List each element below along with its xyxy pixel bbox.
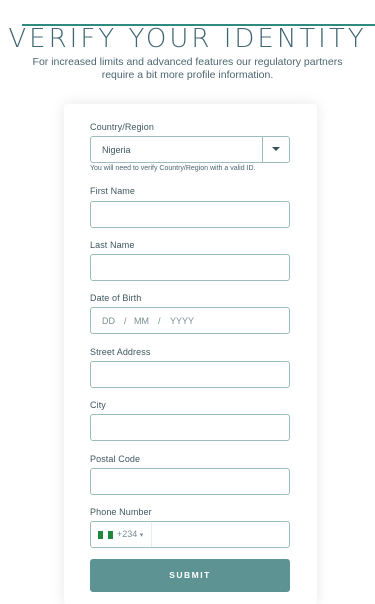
city-label: City	[90, 400, 106, 410]
nigeria-flag-icon[interactable]	[98, 531, 113, 539]
last-name-input[interactable]	[90, 254, 290, 281]
country-dropdown-button[interactable]	[262, 137, 289, 162]
dob-separator: /	[158, 316, 161, 326]
submit-button[interactable]: SUBMIT	[90, 559, 290, 592]
phone-divider	[151, 522, 152, 547]
country-label: Country/Region	[90, 122, 154, 132]
dob-separator: /	[124, 316, 127, 326]
country-select[interactable]: Nigeria	[90, 136, 290, 163]
first-name-input[interactable]	[90, 201, 290, 228]
dob-month-placeholder[interactable]: MM	[134, 316, 149, 326]
page-title: VERIFY YOUR IDENTITY	[8, 24, 367, 54]
street-address-input[interactable]	[90, 361, 290, 388]
dial-code-value: +234	[117, 529, 138, 539]
caret-down-icon: ▾	[139, 532, 144, 539]
dob-year-placeholder[interactable]: YYYY	[170, 316, 194, 326]
postal-code-input[interactable]	[90, 468, 290, 495]
phone-label: Phone Number	[90, 507, 152, 517]
dial-code[interactable]: +234 ▾	[117, 529, 143, 539]
first-name-label: First Name	[90, 186, 136, 196]
street-label: Street Address	[90, 347, 151, 357]
dob-input[interactable]: DD / MM / YYYY	[90, 307, 290, 334]
last-name-label: Last Name	[90, 240, 135, 250]
postal-label: Postal Code	[90, 454, 141, 464]
dob-label: Date of Birth	[90, 293, 142, 303]
country-hint: You will need to verify Country/Region w…	[90, 165, 256, 172]
city-input[interactable]	[90, 414, 290, 441]
phone-input[interactable]: +234 ▾	[90, 521, 290, 548]
country-select-value: Nigeria	[102, 145, 131, 155]
page-subtitle: For increased limits and advanced featur…	[32, 56, 343, 81]
dob-day-placeholder[interactable]: DD	[102, 316, 115, 326]
caret-down-icon	[272, 147, 280, 151]
